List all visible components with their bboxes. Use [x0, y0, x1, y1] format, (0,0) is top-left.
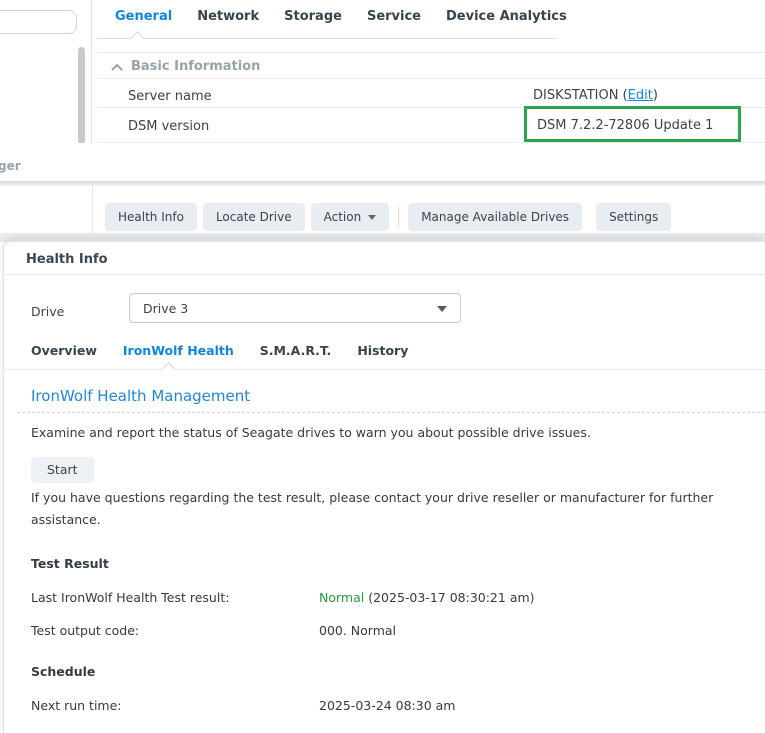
dashed-divider — [17, 412, 765, 413]
tab-storage[interactable]: Storage — [284, 9, 342, 24]
tab-underline — [4, 369, 765, 370]
divider — [97, 142, 765, 143]
active-tab-notch — [131, 31, 144, 44]
schedule-heading: Schedule — [31, 664, 95, 679]
drive-toolbar: Health Info Locate Drive Action Manage A… — [105, 203, 671, 231]
drive-select-dropdown[interactable]: Drive 3 — [129, 293, 461, 323]
vertical-divider — [92, 186, 93, 234]
ironwolf-description: Examine and report the status of Seagate… — [31, 422, 591, 444]
next-run-value: 2025-03-24 08:30 am — [319, 698, 455, 713]
action-dropdown-button[interactable]: Action — [311, 203, 390, 231]
locate-drive-button[interactable]: Locate Drive — [203, 203, 305, 231]
drive-selected-value: Drive 3 — [143, 301, 188, 316]
divider — [97, 107, 765, 108]
edit-link[interactable]: Edit — [628, 88, 653, 103]
vertical-divider — [91, 0, 92, 143]
tab-network[interactable]: Network — [197, 9, 259, 24]
tab-underline — [97, 38, 557, 39]
caret-down-icon — [368, 215, 376, 220]
dialog-tab-bar: Overview IronWolf Health S.M.A.R.T. Hist… — [31, 343, 408, 358]
tab-service[interactable]: Service — [367, 9, 421, 24]
tab-smart[interactable]: S.M.A.R.T. — [260, 343, 332, 358]
server-name-text: DISKSTATION ( — [533, 88, 628, 103]
toolbar-separator — [398, 207, 399, 227]
output-code-value: 000. Normal — [319, 623, 396, 638]
server-name-label: Server name — [128, 89, 212, 104]
ironwolf-note: If you have questions regarding the test… — [31, 487, 736, 531]
chevron-up-icon — [111, 63, 123, 71]
drive-label: Drive — [31, 304, 64, 319]
server-name-value: DISKSTATION (Edit) — [533, 88, 658, 103]
server-name-close-paren: ) — [653, 88, 658, 103]
tab-history[interactable]: History — [357, 343, 408, 358]
last-test-label: Last IronWolf Health Test result: — [31, 590, 229, 605]
action-label: Action — [324, 210, 362, 224]
ironwolf-section-heading: IronWolf Health Management — [31, 387, 250, 405]
storage-manager-toolbar-section: Health Info Locate Drive Action Manage A… — [0, 186, 765, 234]
dropdown-caret-icon — [437, 306, 447, 312]
dsm-version-label: DSM version — [128, 119, 209, 134]
tab-overview[interactable]: Overview — [31, 343, 97, 358]
divider — [4, 274, 765, 275]
output-code-label: Test output code: — [31, 623, 139, 638]
basic-information-section-header[interactable]: Basic Information — [111, 59, 260, 74]
scrollbar-thumb[interactable] — [78, 47, 85, 143]
dialog-title: Health Info — [26, 252, 108, 267]
start-button[interactable]: Start — [31, 457, 94, 483]
settings-tab-bar: General Network Storage Service Device A… — [97, 9, 567, 24]
test-result-heading: Test Result — [31, 556, 109, 571]
manage-available-drives-button[interactable]: Manage Available Drives — [408, 203, 582, 231]
dsm-version-value: DSM 7.2.2-72806 Update 1 — [537, 118, 713, 133]
tab-general[interactable]: General — [115, 9, 172, 24]
control-panel-top-section: General Network Storage Service Device A… — [0, 0, 765, 143]
settings-button[interactable]: Settings — [596, 203, 671, 231]
last-test-value: Normal (2025-03-17 08:30:21 am) — [319, 590, 535, 605]
test-status-normal: Normal — [319, 590, 364, 605]
search-input[interactable] — [0, 10, 77, 34]
divider — [97, 78, 765, 79]
section-title: Basic Information — [131, 59, 260, 74]
tab-device-analytics[interactable]: Device Analytics — [446, 9, 567, 24]
window-title-fragment: ger — [0, 159, 21, 173]
active-tab-notch — [162, 362, 175, 375]
health-info-button[interactable]: Health Info — [105, 203, 197, 231]
divider — [97, 52, 765, 53]
test-timestamp: (2025-03-17 08:30:21 am) — [364, 590, 534, 605]
health-info-dialog: Health Info Drive Drive 3 Overview IronW… — [3, 241, 765, 733]
next-run-label: Next run time: — [31, 698, 122, 713]
tab-ironwolf-health[interactable]: IronWolf Health — [123, 343, 234, 358]
